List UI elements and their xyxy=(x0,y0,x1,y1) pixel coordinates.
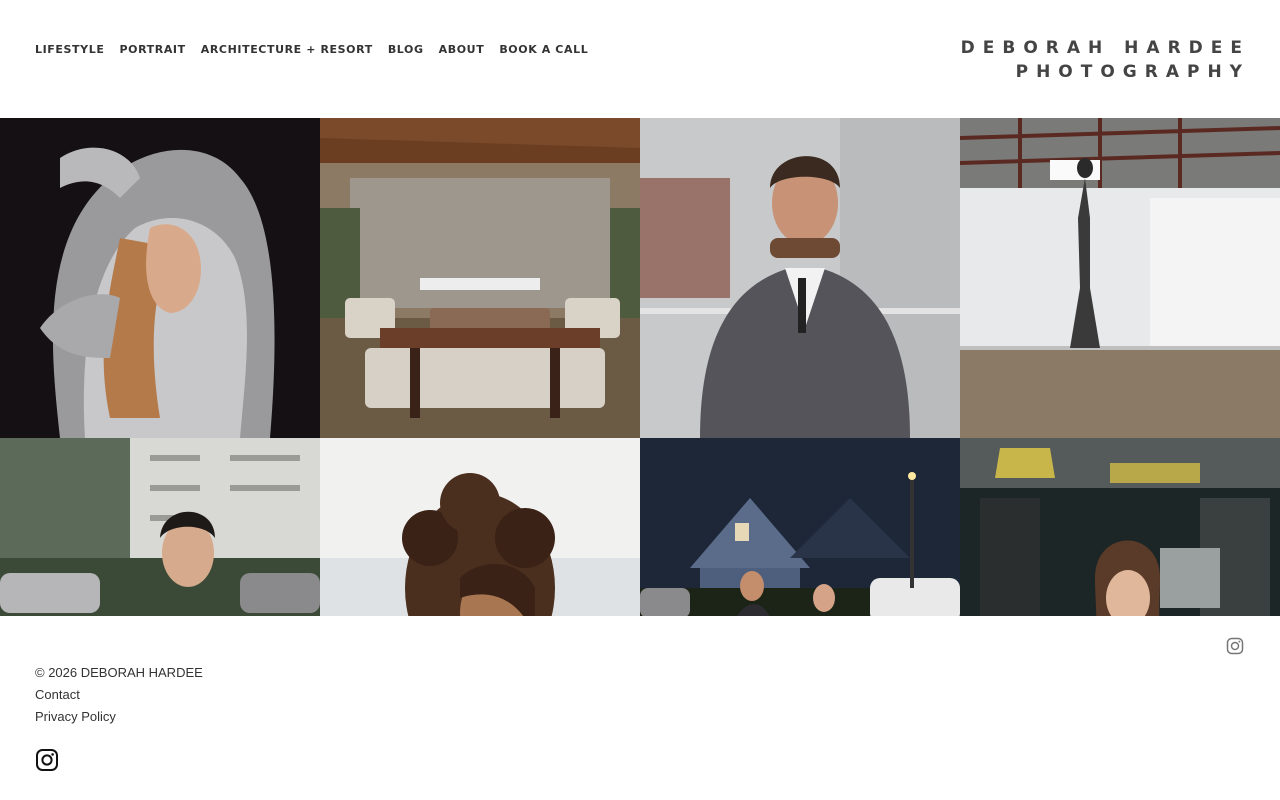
footer-info: © 2026 DEBORAH HARDEE Contact Privacy Po… xyxy=(35,662,203,728)
copyright-text: © 2026 DEBORAH HARDEE xyxy=(35,665,203,680)
gallery-photo[interactable] xyxy=(0,118,320,438)
nav-about[interactable]: ABOUT xyxy=(439,43,485,57)
nav-lifestyle[interactable]: LIFESTYLE xyxy=(35,43,104,57)
gallery-photo[interactable] xyxy=(320,118,640,438)
gallery-photo[interactable] xyxy=(960,118,1280,438)
brand-tagline: PHOTOGRAPHY xyxy=(1015,62,1250,82)
photo-gallery xyxy=(0,118,1280,616)
instagram-icon[interactable] xyxy=(35,748,59,772)
photo-silver-hoodie xyxy=(0,118,320,438)
site-header: LIFESTYLE PORTRAIT ARCHITECTURE + RESORT… xyxy=(0,0,1280,118)
photo-living-room xyxy=(320,118,640,438)
brand-name: DEBORAH HARDEE xyxy=(960,38,1250,58)
photo-woman-street xyxy=(0,438,320,616)
photo-couple-night xyxy=(640,438,960,616)
main-nav: LIFESTYLE PORTRAIT ARCHITECTURE + RESORT… xyxy=(35,43,603,57)
nav-book-a-call[interactable]: BOOK A CALL xyxy=(499,43,588,57)
site-footer: © 2026 DEBORAH HARDEE Contact Privacy Po… xyxy=(0,616,1280,800)
site-logo[interactable]: DEBORAH HARDEE PHOTOGRAPHY xyxy=(961,36,1242,84)
gallery-photo[interactable] xyxy=(320,438,640,616)
gallery-photo[interactable] xyxy=(640,438,960,616)
photo-woman-server-room xyxy=(960,438,1280,616)
instagram-icon[interactable] xyxy=(1225,636,1245,656)
contact-link[interactable]: Contact xyxy=(35,684,203,706)
gallery-photo[interactable] xyxy=(640,118,960,438)
nav-portrait[interactable]: PORTRAIT xyxy=(119,43,185,57)
privacy-policy-link[interactable]: Privacy Policy xyxy=(35,706,203,728)
nav-architecture-resort[interactable]: ARCHITECTURE + RESORT xyxy=(201,43,373,57)
gallery-photo[interactable] xyxy=(960,438,1280,616)
gallery-photo[interactable] xyxy=(0,438,320,616)
nav-blog[interactable]: BLOG xyxy=(388,43,424,57)
photo-curly-beach xyxy=(320,438,640,616)
photo-man-suit xyxy=(640,118,960,438)
photo-dancer-loft xyxy=(960,118,1280,438)
